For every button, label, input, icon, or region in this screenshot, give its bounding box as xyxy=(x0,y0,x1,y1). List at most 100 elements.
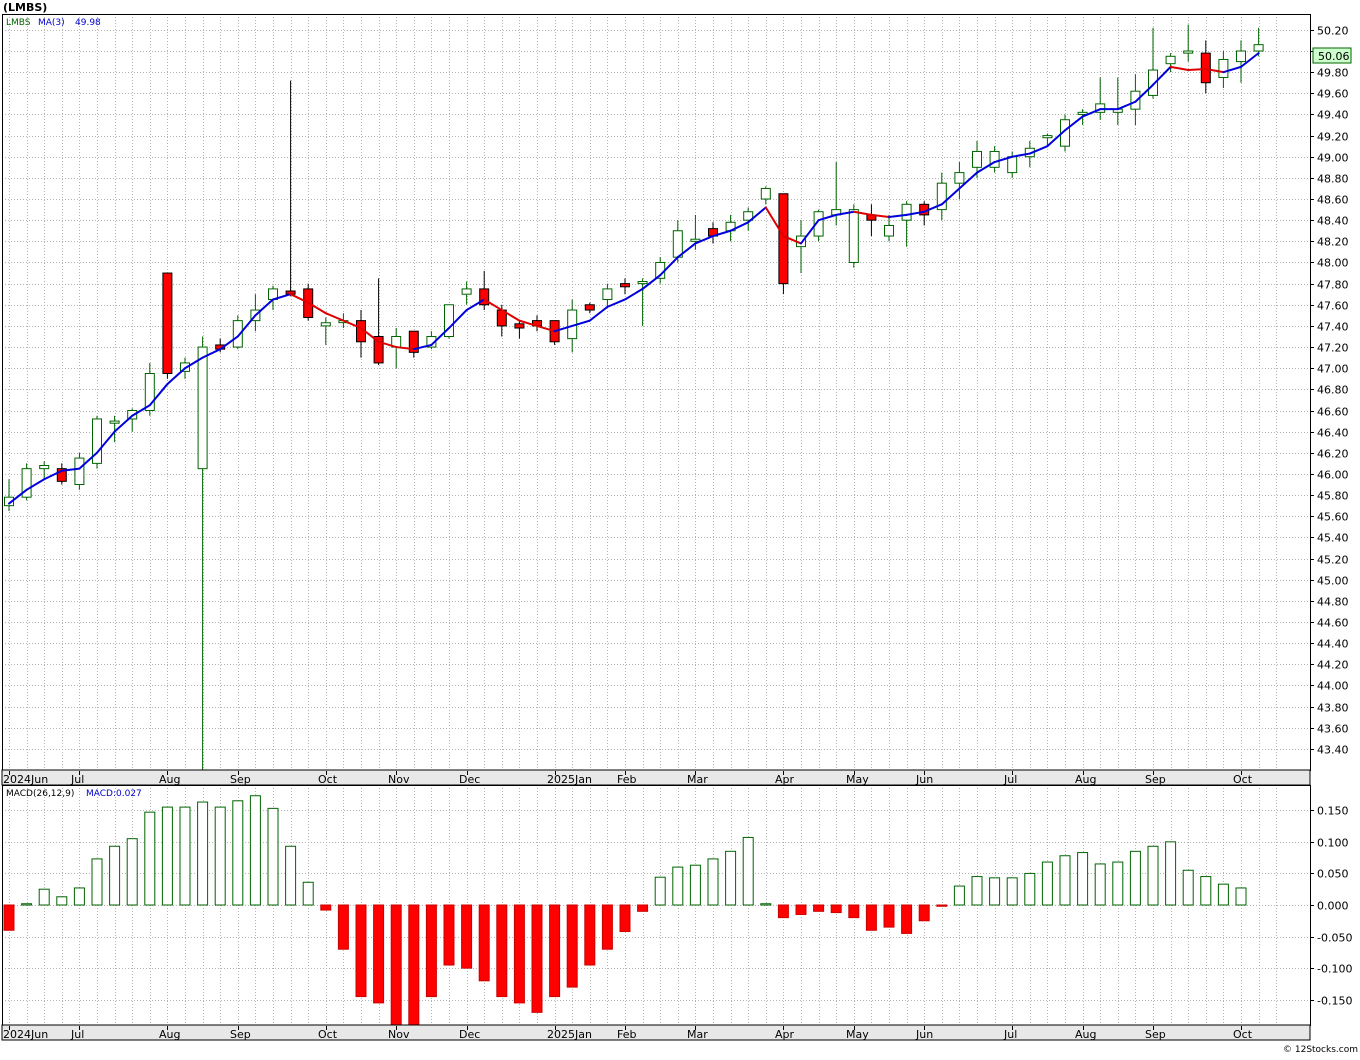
price-ytick-label: 49.40 xyxy=(1317,109,1349,122)
price-ytick-label: 44.80 xyxy=(1317,596,1349,609)
stock-chart: 43.40 43.60 43.80 44.00 44.20 44.40 44.60 44.80… xyxy=(0,0,1360,1056)
legend-symbol: LMBS xyxy=(6,18,31,28)
price-ytick-label: 50.20 xyxy=(1317,25,1349,38)
chart-stage: 43.40 43.60 43.80 44.00 44.20 44.40 44.60 44.80… xyxy=(0,0,1360,1056)
macd-xtick-label: Mar xyxy=(687,1028,708,1041)
macd-bar-positive xyxy=(725,850,737,906)
macd-bar-positive xyxy=(232,800,244,906)
macd-bar-positive xyxy=(126,838,138,906)
macd-bar-negative xyxy=(549,904,561,998)
price-ytick-label: 48.20 xyxy=(1317,236,1349,249)
macd-bar-positive xyxy=(672,866,684,906)
price-ytick-label: 45.00 xyxy=(1317,575,1349,588)
copyright: © 12Stocks.com xyxy=(1283,1045,1358,1055)
price-ytick-label: 45.20 xyxy=(1317,554,1349,567)
price-xtick-label: Jun xyxy=(915,773,933,786)
macd-bar-positive xyxy=(161,806,173,906)
macd-legend-value: MACD:0.027 xyxy=(86,789,142,799)
candle-up xyxy=(972,150,982,168)
price-ytick-label: 45.60 xyxy=(1317,511,1349,524)
macd-ytick-label: -0.100 xyxy=(1317,963,1352,976)
macd-xtick-label: 2024Jun xyxy=(3,1028,48,1041)
macd-bar-positive xyxy=(1024,872,1036,906)
price-ytick-label: 46.40 xyxy=(1317,427,1349,440)
macd-bar-positive xyxy=(21,903,33,906)
price-x-axis-band xyxy=(1,769,1311,786)
macd-ytick-label: 0.000 xyxy=(1317,900,1349,913)
macd-bar-negative xyxy=(637,904,649,912)
candle-up xyxy=(1130,90,1141,110)
macd-bar-negative xyxy=(320,904,332,911)
macd-x-axis-band xyxy=(1,1024,1311,1041)
candle-up xyxy=(461,288,472,295)
macd-bar-positive xyxy=(1129,850,1141,906)
macd-bar-positive xyxy=(214,806,226,906)
macd-xtick-label: Nov xyxy=(388,1028,410,1041)
price-ytick-label: 48.00 xyxy=(1317,257,1349,270)
price-ytick-label: 44.60 xyxy=(1317,617,1349,630)
price-ytick-label: 45.80 xyxy=(1317,490,1349,503)
candle-down xyxy=(162,272,173,374)
macd-bar-negative xyxy=(425,904,437,998)
macd-bar-positive xyxy=(1147,845,1159,906)
candle-up xyxy=(602,288,613,300)
candle-up xyxy=(1183,50,1194,54)
price-ytick-label: 43.80 xyxy=(1317,702,1349,715)
macd-bar-positive xyxy=(654,876,666,906)
macd-xtick-label: Aug xyxy=(1075,1028,1096,1041)
candle-down xyxy=(514,323,525,329)
macd-bar-negative xyxy=(373,904,385,1004)
candle-up xyxy=(109,420,120,424)
macd-bar-positive xyxy=(707,858,719,906)
macd-bar-positive xyxy=(73,887,85,906)
price-ytick-label: 48.40 xyxy=(1317,215,1349,228)
candle-down xyxy=(620,283,630,288)
macd-bar-positive xyxy=(953,885,965,906)
macd-xtick-label: Oct xyxy=(318,1028,338,1041)
candle-up xyxy=(197,346,208,470)
macd-bar-negative xyxy=(355,904,367,998)
macd-bar-negative xyxy=(918,904,930,922)
macd-xtick-label: Jun xyxy=(915,1028,933,1041)
macd-bar-positive xyxy=(1094,863,1106,906)
candle-up xyxy=(884,224,894,237)
macd-xtick-label: Aug xyxy=(159,1028,180,1041)
price-ytick-label: 44.00 xyxy=(1317,680,1349,693)
macd-xtick-label: 2025Jan xyxy=(547,1028,592,1041)
candle-up xyxy=(672,230,683,258)
macd-bar-negative xyxy=(337,904,349,950)
macd-bar-positive xyxy=(1217,883,1229,906)
macd-ytick-label: -0.050 xyxy=(1317,932,1352,945)
macd-bar-positive xyxy=(742,836,754,906)
macd-bar-positive xyxy=(971,876,983,906)
candle-up xyxy=(39,464,50,470)
price-xtick-label: Apr xyxy=(775,773,795,786)
candle-up xyxy=(848,209,859,263)
price-xtick-label: 2025Jan xyxy=(547,773,592,786)
macd-bar-negative xyxy=(478,904,490,982)
price-xtick-label: Aug xyxy=(1075,773,1096,786)
candle-up xyxy=(1165,55,1176,65)
macd-bar-positive xyxy=(38,888,50,906)
candle-up xyxy=(901,203,912,221)
macd-bar-positive xyxy=(302,881,314,906)
candle-down xyxy=(778,193,789,285)
price-ytick-label: 47.40 xyxy=(1317,321,1349,334)
macd-bar-positive xyxy=(1059,855,1071,906)
last-price-label: 50.06 xyxy=(1318,50,1350,63)
price-ytick-label: 46.20 xyxy=(1317,448,1349,461)
price-ytick-label: 48.80 xyxy=(1317,173,1349,186)
price-ytick-label: 46.60 xyxy=(1317,406,1349,419)
macd-bar-positive xyxy=(760,903,772,906)
macd-bar-negative xyxy=(601,904,613,950)
candle-up xyxy=(74,457,85,486)
macd-bar-positive xyxy=(689,864,701,906)
candle-up xyxy=(1218,58,1229,78)
macd-bar-negative xyxy=(830,904,842,914)
price-ytick-label: 46.00 xyxy=(1317,469,1349,482)
macd-bar-positive xyxy=(197,801,209,906)
price-ytick-label: 49.60 xyxy=(1317,88,1349,101)
macd-xtick-label: Jul xyxy=(1003,1028,1017,1041)
macd-bar-positive xyxy=(109,845,121,906)
macd-bar-negative xyxy=(496,904,508,998)
